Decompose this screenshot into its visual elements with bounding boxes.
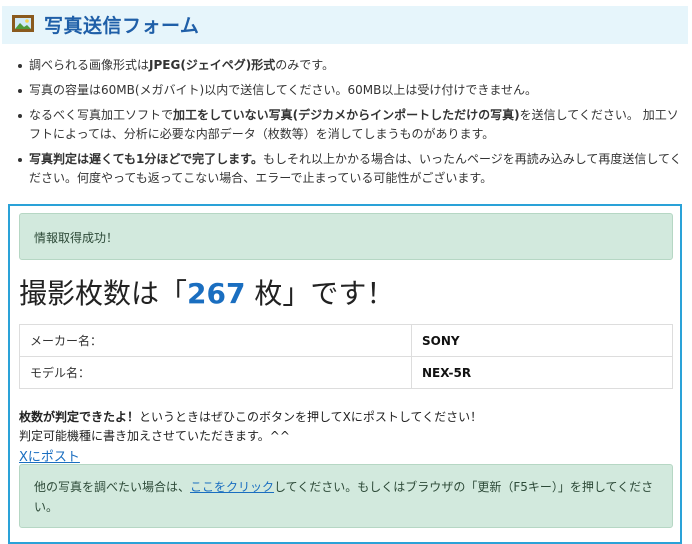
- table-cell-label: メーカー名：: [19, 324, 412, 357]
- note-item: 調べられる画像形式はJPEG(ジェイペグ)形式のみです。: [0, 56, 692, 75]
- picture-frame-icon: [12, 15, 34, 32]
- page-header: 写真送信フォーム: [2, 6, 688, 44]
- page-title: 写真送信フォーム: [44, 15, 200, 37]
- status-message: 情報取得成功！: [19, 213, 673, 260]
- table-row: メーカー名： SONY: [19, 324, 673, 357]
- table-cell-label: モデル名：: [19, 356, 412, 389]
- share-prompt: 枚数が判定できたよ！というときはぜひこのボタンを押してXにポストしてください！ …: [19, 410, 483, 443]
- post-to-x-link[interactable]: Xにポスト: [19, 446, 80, 465]
- table-row: モデル名： NEX-5R: [19, 356, 673, 389]
- table-cell-value: SONY: [411, 324, 673, 357]
- note-item: 写真の容量は60MB(メガバイト)以内で送信してください。60MB以上は受け付け…: [0, 81, 692, 100]
- note-item: なるべく写真加工ソフトで加工をしていない写真(デジカメからインポートしただけの写…: [0, 106, 692, 144]
- result-panel: 情報取得成功！ 撮影枚数は「267 枚」です！ メーカー名： SONY モデル名…: [8, 204, 682, 544]
- shot-count-value: 267: [187, 277, 246, 310]
- retry-message: 他の写真を調べたい場合は、ここをクリックしてください。もしくはブラウザの「更新（…: [19, 464, 673, 528]
- shot-count-heading: 撮影枚数は「267 枚」です！: [19, 277, 395, 310]
- note-item: 写真判定は遅くても1分ほどで完了します。もしそれ以上かかる場合は、いったんページ…: [0, 150, 692, 188]
- camera-info-table: メーカー名： SONY モデル名： NEX-5R: [19, 324, 673, 389]
- notes-list: 調べられる画像形式はJPEG(ジェイペグ)形式のみです。 写真の容量は60MB(…: [0, 56, 692, 194]
- table-cell-value: NEX-5R: [411, 356, 673, 389]
- retry-link[interactable]: ここをクリック: [190, 480, 274, 494]
